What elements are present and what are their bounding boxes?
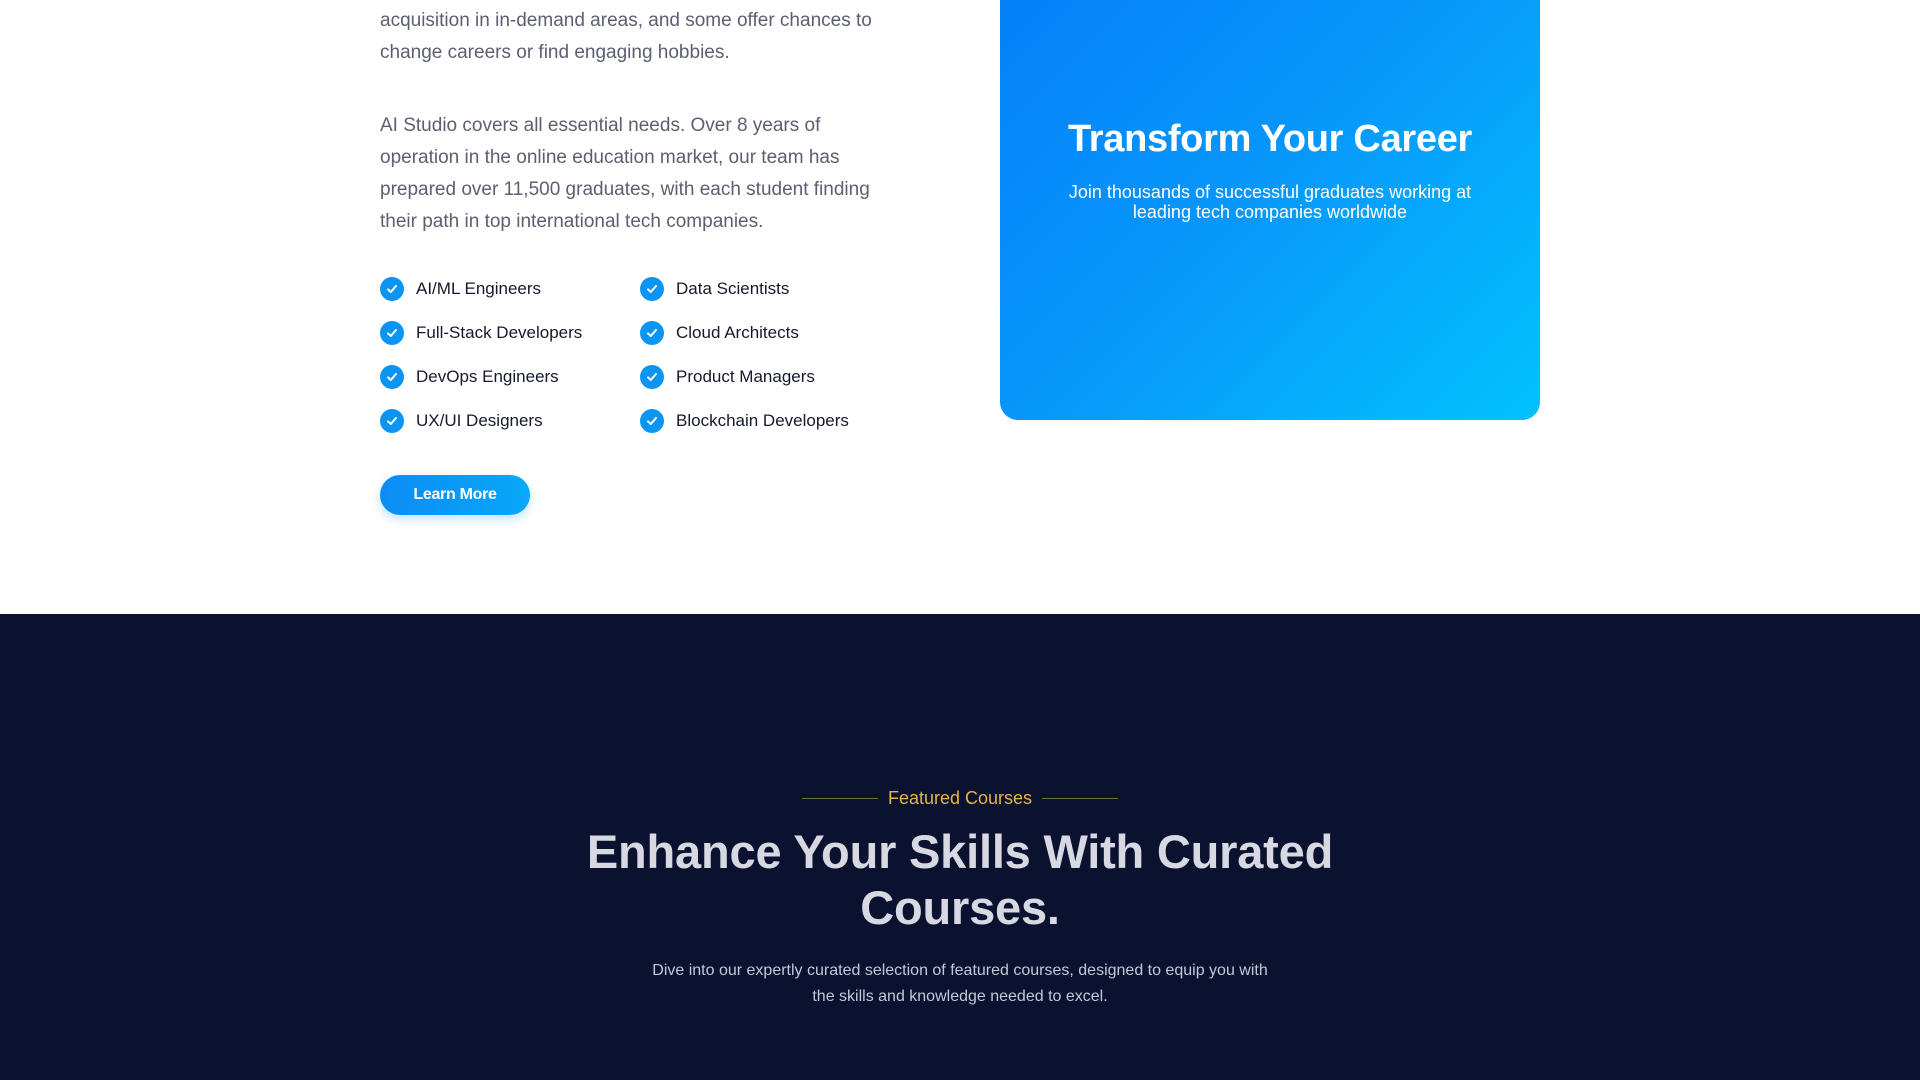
section-eyebrow: Featured Courses: [0, 784, 1920, 812]
check-circle-icon: [380, 321, 404, 345]
check-circle-icon: [380, 277, 404, 301]
section-subtitle: Dive into our expertly curated selection…: [652, 962, 1268, 1005]
feature-label: DevOps Engineers: [416, 367, 559, 386]
feature-item: Product Managers: [640, 364, 815, 390]
check-circle-icon: [640, 321, 664, 345]
featured-courses-section: Featured Courses Enhance Your Skills Wit…: [0, 614, 1920, 1080]
feature-item: Data Scientists: [640, 276, 789, 302]
eyebrow-divider: [1042, 797, 1119, 799]
about-paragraph: acquisition in in-demand areas, and some…: [380, 10, 872, 63]
check-circle-icon: [380, 409, 404, 433]
career-card-title: Transform Your Career: [1067, 118, 1473, 160]
section-title: Enhance Your Skills With Curated Courses…: [586, 825, 1334, 934]
feature-label: Data Scientists: [676, 279, 790, 298]
eyebrow-label: Featured Courses: [887, 787, 1033, 808]
feature-item: UX/UI Designers: [380, 408, 543, 434]
learn-more-button[interactable]: Learn More: [380, 475, 530, 515]
feature-label: Cloud Architects: [676, 323, 799, 342]
feature-label: Product Managers: [676, 367, 815, 386]
feature-label: UX/UI Designers: [416, 411, 543, 430]
feature-label: AI/ML Engineers: [416, 279, 542, 298]
eyebrow-divider: [801, 797, 878, 799]
feature-label: Full-Stack Developers: [416, 323, 583, 342]
feature-label: Blockchain Developers: [676, 411, 849, 430]
feature-item: DevOps Engineers: [380, 364, 559, 390]
feature-item: Cloud Architects: [640, 320, 799, 346]
check-circle-icon: [640, 365, 664, 389]
about-section: acquisition in in-demand areas, and some…: [0, 0, 1920, 614]
career-card-subtitle: Join thousands of successful graduates w…: [1068, 182, 1472, 222]
check-circle-icon: [640, 277, 664, 301]
feature-item: Full-Stack Developers: [380, 320, 582, 346]
career-promo-card: Transform Your Career Join thousands of …: [1000, 0, 1540, 420]
feature-item: AI/ML Engineers: [380, 276, 541, 302]
check-circle-icon: [640, 409, 664, 433]
feature-item: Blockchain Developers: [640, 408, 849, 434]
check-circle-icon: [380, 365, 404, 389]
about-paragraph: AI Studio covers all essential needs. Ov…: [380, 115, 870, 232]
